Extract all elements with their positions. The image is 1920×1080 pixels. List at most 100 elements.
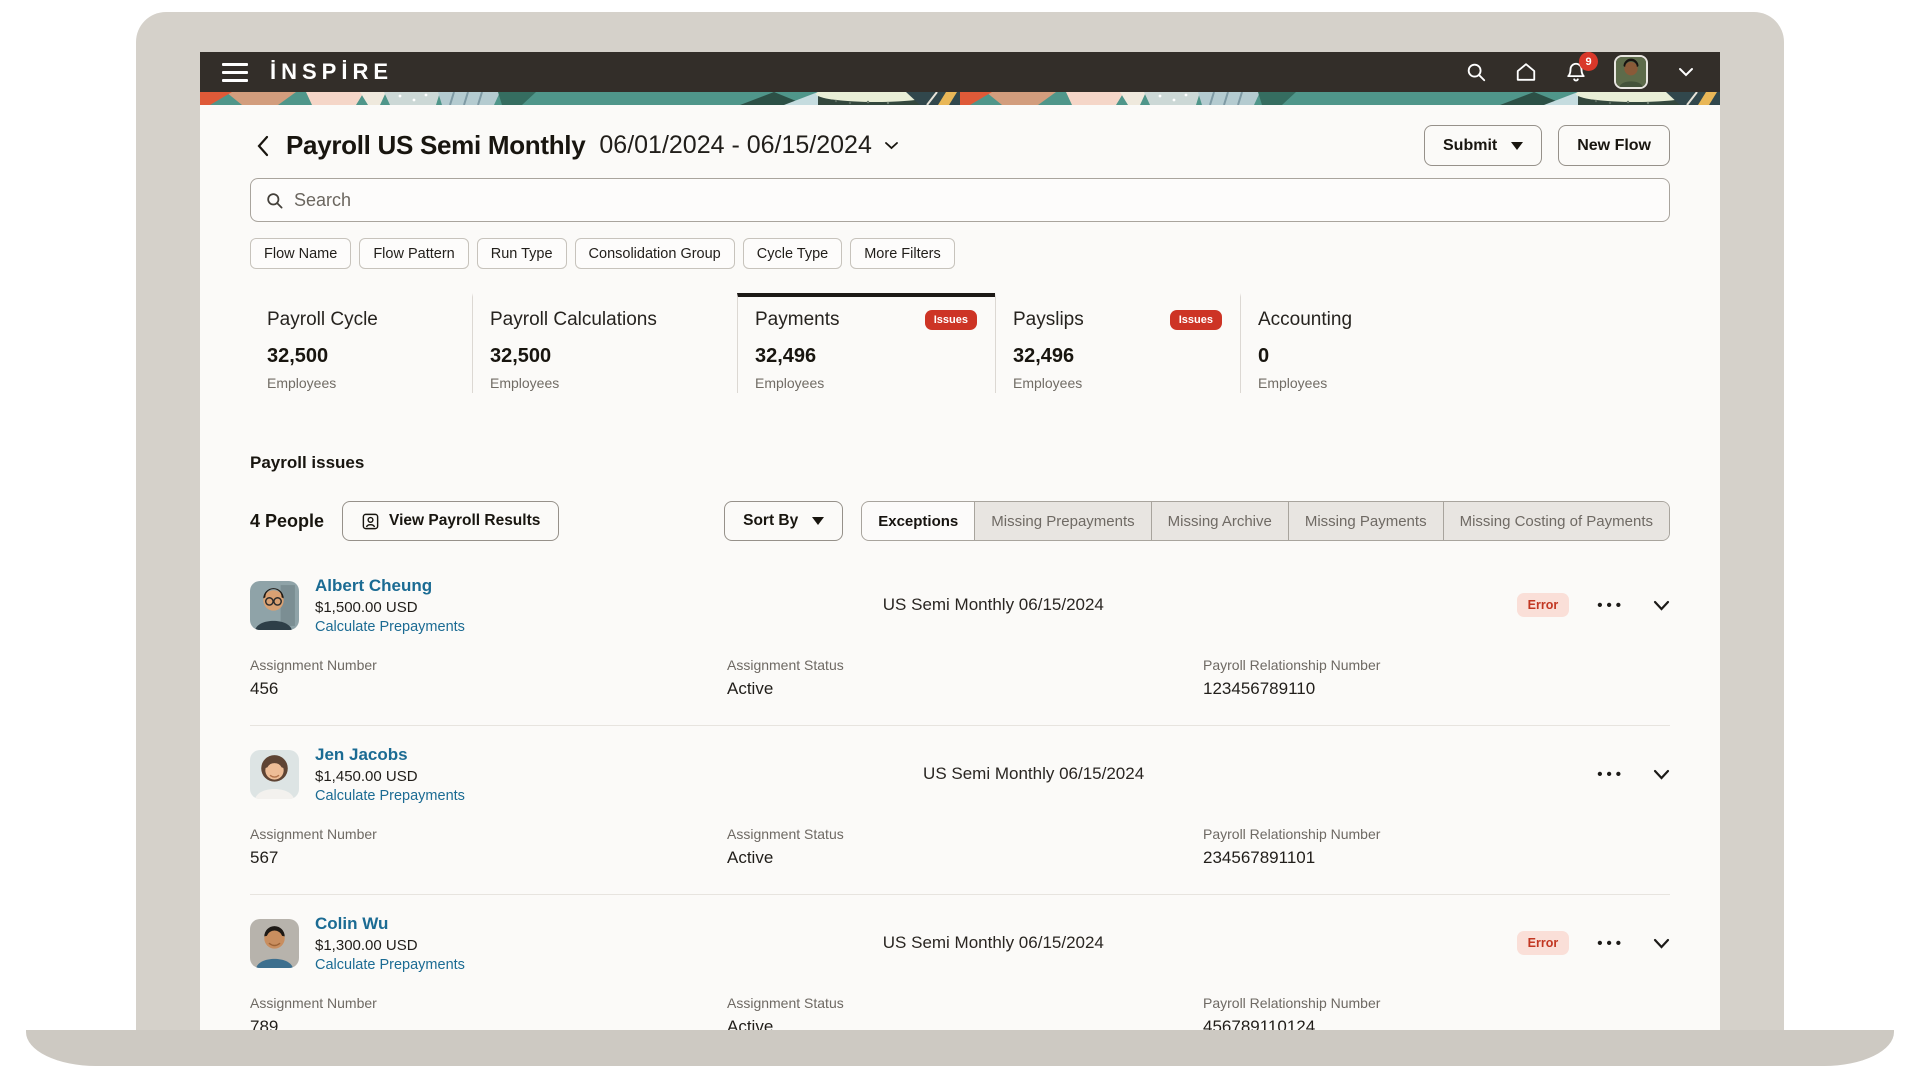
employee-flow-name: US Semi Monthly 06/15/2024 <box>470 595 1517 615</box>
stage-count: 0 <box>1258 345 1652 368</box>
row-expand-chevron-icon[interactable] <box>1653 938 1670 949</box>
app-screen: İNSPİRE 9 <box>200 52 1720 1040</box>
laptop-mockup: İNSPİRE 9 <box>0 0 1920 1080</box>
assignment-number-value: 456 <box>250 679 727 699</box>
employee-flow-name: US Semi Monthly 06/15/2024 <box>470 933 1517 953</box>
stage-label: Payments <box>755 309 839 331</box>
calculate-prepayments-link[interactable]: Calculate Prepayments <box>315 957 465 973</box>
filter-chip-more-filters[interactable]: More Filters <box>850 238 955 269</box>
submit-button-label: Submit <box>1443 137 1497 155</box>
row-expand-chevron-icon[interactable] <box>1653 600 1670 611</box>
laptop-base <box>26 1030 1894 1066</box>
search-input[interactable] <box>294 190 1655 211</box>
filter-chip-cycle-type[interactable]: Cycle Type <box>743 238 842 269</box>
view-payroll-results-label: View Payroll Results <box>389 512 540 530</box>
payroll-relationship-number-label: Payroll Relationship Number <box>1203 995 1670 1011</box>
employee-flow-name: US Semi Monthly 06/15/2024 <box>470 764 1597 784</box>
employee-name-link[interactable]: Albert Cheung <box>315 576 465 596</box>
stage-payments[interactable]: Payments Issues 32,496 Employees <box>737 293 995 393</box>
hamburger-menu-icon[interactable] <box>222 63 248 82</box>
row-expand-chevron-icon[interactable] <box>1653 769 1670 780</box>
search-icon[interactable] <box>1464 60 1488 84</box>
app-logo: İNSPİRE <box>270 59 393 85</box>
stage-count: 32,496 <box>755 345 977 368</box>
employee-amount: $1,300.00 USD <box>315 937 465 954</box>
employee-avatar <box>250 581 299 630</box>
date-chevron-down-icon[interactable] <box>884 141 899 150</box>
employee-row-colin-wu: Colin Wu $1,300.00 USD Calculate Prepaym… <box>250 895 1670 1040</box>
stage-payslips[interactable]: Payslips Issues 32,496 Employees <box>995 293 1240 393</box>
back-icon[interactable] <box>250 133 276 159</box>
stage-sublabel: Employees <box>1013 375 1222 391</box>
page-title: Payroll US Semi Monthly <box>286 130 585 161</box>
assignment-status-label: Assignment Status <box>727 826 1203 842</box>
search-field-icon <box>265 191 284 210</box>
payroll-relationship-number-value: 234567891101 <box>1203 848 1670 868</box>
global-header: İNSPİRE 9 <box>200 52 1720 92</box>
home-icon[interactable] <box>1514 60 1538 84</box>
assignment-number-label: Assignment Number <box>250 657 727 673</box>
user-avatar[interactable] <box>1614 55 1648 89</box>
error-badge: Error <box>1517 931 1570 955</box>
filter-chip-flow-name[interactable]: Flow Name <box>250 238 351 269</box>
page-date-range: 06/01/2024 - 06/15/2024 <box>599 131 871 160</box>
filter-chip-consolidation-group[interactable]: Consolidation Group <box>575 238 735 269</box>
tab-missing-prepayments[interactable]: Missing Prepayments <box>974 502 1150 540</box>
stage-accounting[interactable]: Accounting 0 Employees <box>1240 293 1670 393</box>
assignment-status-label: Assignment Status <box>727 657 1203 673</box>
payroll-relationship-number-value: 123456789110 <box>1203 679 1670 699</box>
issues-badge: Issues <box>1170 310 1222 330</box>
view-payroll-results-button[interactable]: View Payroll Results <box>342 501 559 541</box>
new-flow-button[interactable]: New Flow <box>1558 125 1670 166</box>
filter-chip-run-type[interactable]: Run Type <box>477 238 567 269</box>
stage-payroll-cycle[interactable]: Payroll Cycle 32,500 Employees <box>250 293 472 393</box>
profile-chevron-down-icon[interactable] <box>1674 60 1698 84</box>
overflow-menu-icon[interactable]: ••• <box>1597 766 1625 783</box>
tab-missing-archive[interactable]: Missing Archive <box>1151 502 1288 540</box>
payroll-relationship-number-label: Payroll Relationship Number <box>1203 826 1670 842</box>
employee-row-albert-cheung: Albert Cheung $1,500.00 USD Calculate Pr… <box>250 557 1670 726</box>
stage-label: Payroll Calculations <box>490 309 657 331</box>
stage-count: 32,500 <box>267 345 454 368</box>
employee-row-jen-jacobs: Jen Jacobs $1,450.00 USD Calculate Prepa… <box>250 726 1670 895</box>
sort-by-label: Sort By <box>743 512 798 530</box>
employee-name-link[interactable]: Jen Jacobs <box>315 745 465 765</box>
sort-by-button[interactable]: Sort By <box>724 501 843 541</box>
tab-missing-costing-of-payments[interactable]: Missing Costing of Payments <box>1443 502 1669 540</box>
calculate-prepayments-link[interactable]: Calculate Prepayments <box>315 619 465 635</box>
assignment-status-label: Assignment Status <box>727 995 1203 1011</box>
assignment-number-label: Assignment Number <box>250 995 727 1011</box>
tab-missing-payments[interactable]: Missing Payments <box>1288 502 1443 540</box>
assignment-number-value: 567 <box>250 848 727 868</box>
submit-button[interactable]: Submit <box>1424 125 1542 166</box>
stage-sublabel: Employees <box>490 375 719 391</box>
stage-sublabel: Employees <box>267 375 454 391</box>
assignment-number-label: Assignment Number <box>250 826 727 842</box>
submit-caret-down-icon <box>1511 142 1523 150</box>
notifications-bell-icon[interactable]: 9 <box>1564 60 1588 84</box>
search-bar <box>250 178 1670 222</box>
person-badge-icon <box>361 512 380 531</box>
stage-label: Payslips <box>1013 309 1084 331</box>
stage-sublabel: Employees <box>1258 375 1652 391</box>
employee-name-link[interactable]: Colin Wu <box>315 914 465 934</box>
section-heading: Payroll issues <box>250 453 1670 473</box>
filter-chip-flow-pattern[interactable]: Flow Pattern <box>359 238 468 269</box>
overflow-menu-icon[interactable]: ••• <box>1597 597 1625 614</box>
filter-chips: Flow Name Flow Pattern Run Type Consolid… <box>250 238 1670 269</box>
issues-badge: Issues <box>925 310 977 330</box>
page-header-row: Payroll US Semi Monthly 06/01/2024 - 06/… <box>250 125 1670 166</box>
employee-avatar <box>250 750 299 799</box>
stage-payroll-calculations[interactable]: Payroll Calculations 32,500 Employees <box>472 293 737 393</box>
stage-label: Accounting <box>1258 309 1352 331</box>
assignment-status-value: Active <box>727 848 1203 868</box>
new-flow-button-label: New Flow <box>1577 137 1651 155</box>
overflow-menu-icon[interactable]: ••• <box>1597 935 1625 952</box>
calculate-prepayments-link[interactable]: Calculate Prepayments <box>315 788 465 804</box>
tab-exceptions[interactable]: Exceptions <box>862 502 974 540</box>
stage-sublabel: Employees <box>755 375 977 391</box>
employee-avatar <box>250 919 299 968</box>
assignment-status-value: Active <box>727 679 1203 699</box>
notification-count-badge: 9 <box>1579 52 1598 71</box>
stage-count: 32,496 <box>1013 345 1222 368</box>
